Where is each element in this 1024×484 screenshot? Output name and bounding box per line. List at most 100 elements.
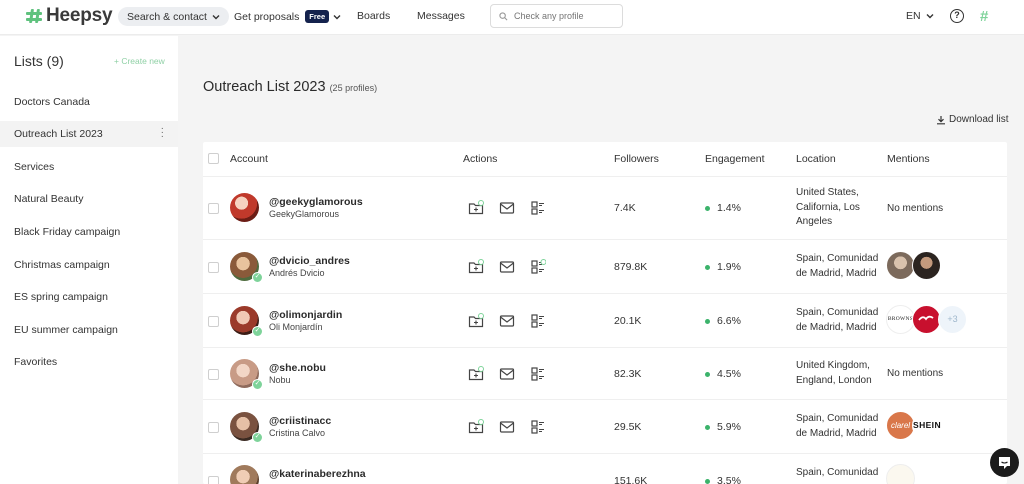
- nav-messages[interactable]: Messages: [417, 10, 465, 22]
- row-checkbox[interactable]: [208, 203, 219, 214]
- row-checkbox[interactable]: [208, 316, 219, 327]
- engagement-dot: [705, 318, 710, 324]
- email-icon[interactable]: [499, 419, 515, 435]
- profile-search-input[interactable]: [514, 11, 614, 21]
- profile-search[interactable]: [490, 4, 623, 28]
- followers-value: 29.5K: [614, 421, 642, 433]
- mention-brand-hollister-icon[interactable]: [912, 305, 941, 334]
- lists-title: Lists (9): [14, 53, 64, 69]
- add-to-list-icon[interactable]: [468, 200, 484, 216]
- chat-launcher-button[interactable]: [990, 448, 1019, 477]
- sidebar-item-favorites[interactable]: Favorites: [0, 349, 178, 375]
- seagull-icon: [918, 315, 934, 321]
- profile-name: Oli Monjardín: [269, 322, 323, 332]
- sidebar-item-black-friday[interactable]: Black Friday campaign: [0, 219, 178, 245]
- avatar[interactable]: [230, 465, 259, 484]
- profile-handle[interactable]: @katerinaberezhna: [269, 468, 366, 480]
- compare-icon[interactable]: [530, 419, 546, 435]
- verified-icon: ✓: [252, 379, 263, 390]
- mention-brand-shein[interactable]: SHEIN: [912, 411, 941, 440]
- heepsy-logo[interactable]: Heepsy: [26, 5, 113, 27]
- sidebar-item-label: Christmas campaign: [14, 259, 110, 271]
- add-to-list-icon[interactable]: [468, 259, 484, 275]
- download-list-button[interactable]: Download list: [936, 114, 1008, 125]
- table-row[interactable]: ✓ @dvicio_andres Andrés Dvicio 879.8K 1.…: [203, 240, 1007, 294]
- nav-boards[interactable]: Boards: [357, 10, 390, 22]
- sidebar-item-label: EU summer campaign: [14, 324, 118, 336]
- engagement-text: 1.9%: [717, 261, 741, 273]
- page-title: Outreach List 2023 (25 profiles): [203, 79, 377, 95]
- sidebar-item-outreach-list-2023[interactable]: Outreach List 2023 · · ·: [0, 121, 178, 147]
- engagement-value: 3.5%: [705, 475, 741, 484]
- create-new-list-link[interactable]: + Create new: [114, 56, 165, 66]
- mention-avatar[interactable]: [886, 464, 915, 484]
- table-row[interactable]: ✓ @criistinacc Cristina Calvo 29.5K 5.9%…: [203, 400, 1007, 454]
- followers-value: 151.6K: [614, 475, 648, 484]
- column-account: Account: [230, 153, 268, 165]
- help-icon[interactable]: ?: [950, 9, 964, 23]
- compare-icon[interactable]: [530, 200, 546, 216]
- profile-handle[interactable]: @geekyglamorous: [269, 196, 363, 208]
- language-selector[interactable]: EN: [906, 10, 934, 22]
- column-followers[interactable]: Followers: [614, 153, 659, 165]
- row-checkbox[interactable]: [208, 262, 219, 273]
- compare-icon[interactable]: [530, 259, 546, 275]
- avatar[interactable]: [230, 193, 259, 222]
- hash-icon[interactable]: #: [980, 9, 988, 24]
- compare-icon[interactable]: [530, 313, 546, 329]
- mention-brand-clarel[interactable]: clarel: [886, 411, 915, 440]
- language-label: EN: [906, 10, 921, 22]
- sidebar-item-doctors-canada[interactable]: Doctors Canada: [0, 89, 178, 115]
- column-actions: Actions: [463, 153, 498, 165]
- add-to-list-icon[interactable]: [468, 366, 484, 382]
- mention-avatar[interactable]: [912, 251, 941, 280]
- mention-avatar[interactable]: [886, 251, 915, 280]
- email-icon[interactable]: [499, 313, 515, 329]
- location-value: Spain, Comunidad de Madrid, Madrid: [796, 413, 879, 439]
- get-proposals-menu[interactable]: Get proposals Free: [234, 10, 341, 23]
- table-row[interactable]: @geekyglamorous GeekyGlamorous 7.4K 1.4%…: [203, 177, 1007, 240]
- hash-logo-icon: [26, 8, 42, 24]
- column-engagement[interactable]: Engagement: [705, 153, 765, 165]
- table-row[interactable]: ✓ @she.nobu Nobu 82.3K 4.5% United Kingd…: [203, 348, 1007, 400]
- add-to-list-icon[interactable]: [468, 313, 484, 329]
- engagement-dot: [705, 205, 710, 211]
- profile-handle[interactable]: @olimonjardin: [269, 309, 342, 321]
- sidebar-item-natural-beauty[interactable]: Natural Beauty: [0, 186, 178, 212]
- add-to-list-icon[interactable]: [468, 419, 484, 435]
- sidebar-item-eu-summer[interactable]: EU summer campaign: [0, 317, 178, 343]
- table-row[interactable]: @katerinaberezhna 151.6K 3.5% Spain, Com…: [203, 454, 1007, 484]
- engagement-text: 4.5%: [717, 368, 741, 380]
- engagement-value: 1.9%: [705, 261, 741, 273]
- engagement-text: 6.6%: [717, 315, 741, 327]
- table-row[interactable]: ✓ @olimonjardin Oli Monjardín 20.1K 6.6%…: [203, 294, 1007, 348]
- mention-brand-browns[interactable]: BROWNS: [886, 305, 915, 334]
- row-checkbox[interactable]: [208, 476, 219, 484]
- compare-icon[interactable]: [530, 366, 546, 382]
- sidebar-item-label: Black Friday campaign: [14, 226, 121, 238]
- engagement-dot: [705, 371, 710, 377]
- list-name: Outreach List 2023: [203, 79, 326, 95]
- more-options-icon[interactable]: · · ·: [161, 124, 164, 142]
- sidebar-item-label: Favorites: [14, 356, 58, 368]
- sidebar-item-christmas[interactable]: Christmas campaign: [0, 252, 178, 278]
- select-all-checkbox[interactable]: [208, 153, 219, 164]
- engagement-dot: [705, 264, 710, 270]
- search-contact-menu[interactable]: Search & contact: [118, 7, 229, 26]
- email-icon[interactable]: [499, 200, 515, 216]
- more-mentions-badge[interactable]: +3: [938, 305, 967, 334]
- sidebar-item-services[interactable]: Services: [0, 154, 178, 180]
- email-icon[interactable]: [499, 366, 515, 382]
- mentions-value: No mentions: [887, 203, 944, 214]
- profile-handle[interactable]: @dvicio_andres: [269, 255, 350, 267]
- location-value: United States, California, Los Angeles: [796, 187, 860, 227]
- email-icon[interactable]: [499, 259, 515, 275]
- profile-handle[interactable]: @criistinacc: [269, 415, 331, 427]
- row-checkbox[interactable]: [208, 369, 219, 380]
- engagement-dot: [705, 424, 710, 430]
- sidebar-item-es-spring[interactable]: ES spring campaign: [0, 284, 178, 310]
- followers-value: 20.1K: [614, 315, 642, 327]
- profile-handle[interactable]: @she.nobu: [269, 362, 326, 374]
- row-checkbox[interactable]: [208, 422, 219, 433]
- profile-name: Nobu: [269, 375, 291, 385]
